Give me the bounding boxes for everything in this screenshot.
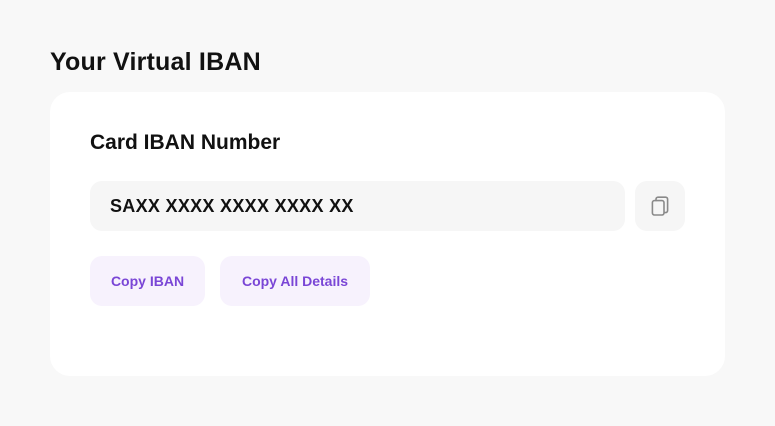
copy-iban-icon-button[interactable] <box>635 181 685 231</box>
copy-icon <box>650 195 670 217</box>
card-iban-heading: Card IBAN Number <box>90 131 281 154</box>
iban-value-field: SAXX XXXX XXXX XXXX XX <box>90 181 625 231</box>
copy-iban-button[interactable]: Copy IBAN <box>90 256 205 306</box>
virtual-iban-card: Card IBAN Number SAXX XXXX XXXX XXXX XX … <box>50 92 725 376</box>
copy-all-details-button[interactable]: Copy All Details <box>220 256 370 306</box>
iban-value-text: SAXX XXXX XXXX XXXX XX <box>110 195 354 216</box>
page-title: Your Virtual IBAN <box>50 48 261 76</box>
